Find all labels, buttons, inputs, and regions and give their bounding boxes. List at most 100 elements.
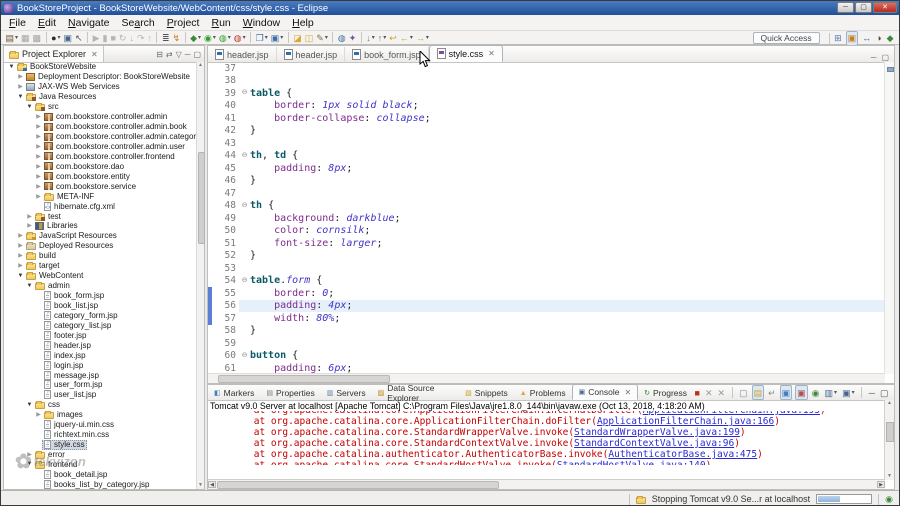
tree-item-com-bookstore-entity[interactable]: ▶ com.bookstore.entity (4, 171, 197, 181)
pause-icon[interactable]: ▮ (102, 31, 109, 44)
minimize-icon[interactable]: ─ (871, 53, 877, 62)
tree-item-images[interactable]: ▶ images (4, 410, 197, 420)
scrollbar-thumb[interactable] (886, 422, 894, 442)
save-icon[interactable]: ▦ (20, 31, 31, 44)
server-activity-icon[interactable]: ◉ (885, 494, 893, 505)
collapsed-arrow-icon[interactable]: ▶ (26, 222, 33, 229)
tab-console[interactable]: ▣ Console ✕ (571, 384, 639, 400)
menu-navigate[interactable]: Navigate (62, 16, 115, 30)
tree-item-libraries[interactable]: ▶ Libraries (4, 221, 197, 231)
tree-item-java-resources[interactable]: ▼ Java Resources (4, 92, 197, 102)
collapsed-arrow-icon[interactable]: ▶ (35, 153, 42, 160)
dropdown-arrow-icon[interactable]: ▾ (372, 34, 375, 41)
dropdown-arrow-icon[interactable]: ▾ (15, 34, 18, 41)
tab-progress[interactable]: ↻ Progress (638, 386, 693, 400)
collapsed-arrow-icon[interactable]: ▶ (35, 173, 42, 180)
dropdown-arrow-icon[interactable]: ▾ (228, 34, 231, 41)
collapsed-arrow-icon[interactable]: ▶ (17, 73, 24, 80)
tree-item-src[interactable]: ▼ src (4, 102, 197, 112)
expanded-arrow-icon[interactable]: ▼ (17, 273, 24, 279)
tree-scrollbar[interactable]: ▲ ▼ (196, 62, 205, 489)
tab-markers[interactable]: ◧ Markers (208, 386, 260, 400)
tree-item-richtext-min-css[interactable]: richtext.min.css (4, 430, 197, 440)
fold-marker-icon[interactable]: ⊖ (239, 350, 250, 362)
tree-item-user-list-jsp[interactable]: user_list.jsp (4, 390, 197, 400)
scroll-down-icon[interactable]: ▼ (197, 482, 204, 489)
quick-access-button[interactable]: Quick Access (752, 32, 820, 44)
run-icon[interactable]: ◉ ▾ (203, 31, 217, 44)
expanded-arrow-icon[interactable]: ▼ (26, 104, 33, 110)
relaunch-icon[interactable]: ↻ (118, 31, 128, 44)
tree-item-deployed-resources[interactable]: ▶ Deployed Resources (4, 241, 197, 251)
title-bar[interactable]: BookStoreProject - BookStoreWebsite/WebC… (1, 1, 899, 15)
tree-item-admin[interactable]: ▼ admin (4, 281, 197, 291)
link-with-editor-icon[interactable]: ⇄ (166, 50, 173, 59)
dropdown-arrow-icon[interactable]: ▾ (834, 389, 837, 396)
expanded-arrow-icon[interactable]: ▼ (26, 461, 33, 467)
stack-trace-link[interactable]: StandardContextValve.java:96 (574, 438, 734, 449)
back-icon[interactable]: ← ▾ (399, 31, 414, 44)
tree-item-jax-ws-web-services[interactable]: ▶ JAX-WS Web Services (4, 82, 197, 92)
scrollbar-thumb[interactable] (218, 375, 390, 383)
view-menu-icon[interactable]: ▽ (176, 50, 182, 59)
new-web-page-icon[interactable]: ▣ ▾ (270, 31, 285, 44)
stack-trace-link[interactable]: StandardHostValve.java:140 (557, 460, 706, 465)
menu-file[interactable]: File (3, 16, 32, 30)
tree-item-build[interactable]: ▶ build (4, 251, 197, 261)
tree-item-error[interactable]: ▶ error (4, 450, 197, 460)
tree-item-com-bookstore-controller-admin-category[interactable]: ▶ com.bookstore.controller.admin.category (4, 132, 197, 142)
tree-item-com-bookstore-dao[interactable]: ▶ com.bookstore.dao (4, 161, 197, 171)
stack-trace-link[interactable]: ApplicationFilterChain.java:166 (597, 416, 774, 427)
tree-item-user-form-jsp[interactable]: user_form.jsp (4, 380, 197, 390)
external-tools-icon[interactable]: ↯ (172, 31, 182, 44)
editor-tab-header.jsp[interactable]: header.jsp (277, 47, 346, 62)
dropdown-arrow-icon[interactable]: ▾ (58, 34, 61, 41)
scroll-lock-icon[interactable]: ▤ (751, 385, 765, 400)
show-stdout-icon[interactable]: ▣ (779, 385, 793, 400)
maximize-icon[interactable]: ▢ (881, 53, 889, 62)
tree-item-index-jsp[interactable]: index.jsp (4, 350, 197, 360)
tab-servers[interactable]: ▥ Servers (321, 386, 372, 400)
new-servlet-icon[interactable]: ❐ ▾ (255, 31, 269, 44)
forward-icon[interactable]: → ▾ (415, 31, 430, 44)
dropdown-arrow-icon[interactable]: ▾ (213, 34, 216, 41)
tab-data-source-explorer[interactable]: ▨ Data Source Explorer (372, 383, 459, 403)
minimize-button[interactable]: ─ (837, 2, 854, 13)
terminate-icon[interactable]: ■ (694, 386, 701, 399)
collapsed-arrow-icon[interactable]: ▶ (17, 242, 24, 249)
collapsed-arrow-icon[interactable]: ▶ (26, 451, 33, 458)
console-window-icon[interactable]: ▣ (63, 31, 74, 44)
tree-item-webcontent[interactable]: ▼ WebContent (4, 271, 197, 281)
tree-item-category-list-jsp[interactable]: category_list.jsp (4, 320, 197, 330)
open-resource-icon[interactable]: ◪ (292, 31, 303, 44)
tree-item-header-jsp[interactable]: header.jsp (4, 340, 197, 350)
tree-item-book-detail-jsp[interactable]: book_detail.jsp (4, 469, 197, 479)
expanded-arrow-icon[interactable]: ▼ (26, 402, 33, 408)
scroll-up-icon[interactable]: ▲ (197, 62, 204, 69)
background-operation-icon[interactable] (635, 495, 646, 504)
minimize-icon[interactable]: ─ (868, 386, 876, 399)
maximize-icon[interactable]: ▢ (879, 386, 890, 399)
tab-snippets[interactable]: ▧ Snippets (459, 386, 514, 400)
tree-item-frontend[interactable]: ▼ frontend (4, 460, 197, 470)
tree-item-bookstorewebsite[interactable]: ▼ BookStoreWebsite (4, 62, 197, 72)
close-icon[interactable]: ✕ (91, 50, 98, 59)
debug-perspective-icon[interactable]: ◑ (875, 32, 882, 45)
clear-console-icon[interactable]: ▢ (738, 386, 749, 399)
tree-item-com-bookstore-controller-frontend[interactable]: ▶ com.bookstore.controller.frontend (4, 151, 197, 161)
show-stderr-icon[interactable]: ▣ (795, 385, 808, 400)
tab-problems[interactable]: ▲ Problems (514, 386, 572, 400)
collapsed-arrow-icon[interactable]: ▶ (35, 133, 42, 140)
collapsed-arrow-icon[interactable]: ▶ (17, 232, 24, 239)
maximize-icon[interactable]: ▢ (193, 50, 201, 59)
dropdown-arrow-icon[interactable]: ▾ (325, 34, 328, 41)
display-console-icon[interactable]: ▥ ▾ (824, 386, 839, 399)
next-annotation-icon[interactable]: ↓ ▾ (365, 31, 376, 44)
collapsed-arrow-icon[interactable]: ▶ (26, 213, 33, 220)
close-button[interactable]: ✕ (873, 2, 897, 13)
collapsed-arrow-icon[interactable]: ▶ (35, 143, 42, 150)
console-output[interactable]: at org.apache.catalina.core.ApplicationF… (208, 411, 885, 465)
tree-item-com-bookstore-controller-admin[interactable]: ▶ com.bookstore.controller.admin (4, 112, 197, 122)
java-ee-perspective-icon[interactable]: ▣ (845, 30, 859, 46)
project-tree[interactable]: ▼ BookStoreWebsite ▶ Deployment Descriptor:… (4, 62, 197, 489)
